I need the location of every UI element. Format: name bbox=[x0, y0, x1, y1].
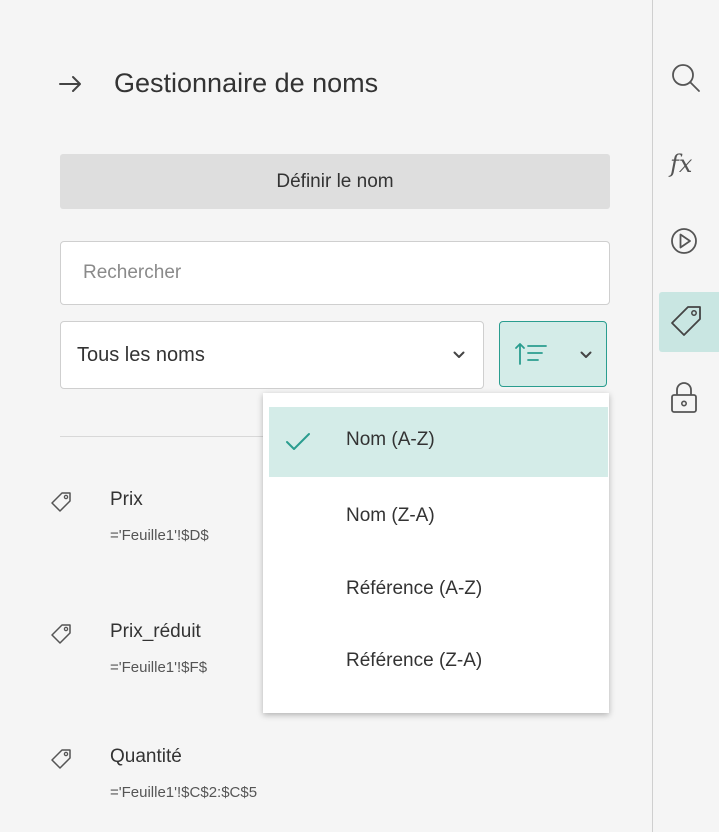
menu-item-label: Référence (A-Z) bbox=[346, 578, 483, 599]
lock-icon[interactable] bbox=[668, 380, 704, 416]
sort-dropdown-menu: Nom (A-Z) Nom (Z-A) Référence (A-Z) Réfé… bbox=[263, 393, 609, 713]
chevron-down-icon bbox=[453, 351, 465, 358]
filter-select[interactable]: Tous les noms bbox=[60, 321, 484, 389]
name-label: Prix bbox=[110, 489, 143, 510]
name-reference: ='Feuille1'!$D$ bbox=[110, 527, 209, 544]
search-placeholder: Rechercher bbox=[83, 262, 182, 283]
filter-selected-value: Tous les noms bbox=[77, 344, 205, 366]
panel-title: Gestionnaire de noms bbox=[114, 68, 379, 98]
sort-button[interactable] bbox=[499, 321, 607, 387]
search-input[interactable]: Rechercher bbox=[60, 241, 610, 305]
name-reference: ='Feuille1'!$C$2:$C$5 bbox=[110, 784, 258, 801]
arrow-right-icon[interactable] bbox=[58, 71, 84, 97]
sort-option-name-asc[interactable]: Nom (A-Z) bbox=[269, 407, 608, 477]
play-icon[interactable] bbox=[668, 223, 704, 259]
search-icon[interactable] bbox=[668, 60, 704, 96]
menu-item-label: Référence (Z-A) bbox=[346, 650, 483, 671]
name-reference: ='Feuille1'!$F$ bbox=[110, 659, 208, 676]
checkmark-icon bbox=[286, 433, 310, 450]
svg-text:fx: fx bbox=[668, 150, 693, 178]
name-manager-panel: Gestionnaire de noms Définir le nom Rech… bbox=[0, 0, 652, 832]
name-label: Quantité bbox=[110, 746, 182, 767]
sort-option-ref-asc[interactable]: Référence (A-Z) bbox=[263, 556, 609, 626]
tag-icon bbox=[51, 624, 71, 644]
chevron-down-icon bbox=[580, 351, 592, 358]
menu-item-label: Nom (Z-A) bbox=[346, 505, 435, 526]
tag-icon bbox=[51, 492, 71, 512]
function-icon[interactable]: fx bbox=[668, 145, 704, 181]
sort-option-ref-desc[interactable]: Référence (Z-A) bbox=[263, 628, 609, 698]
sort-option-name-desc[interactable]: Nom (Z-A) bbox=[263, 483, 609, 553]
name-label: Prix_réduit bbox=[110, 621, 201, 642]
name-list-item[interactable]: Quantité ='Feuille1'!$C$2:$C$5 bbox=[50, 746, 610, 818]
menu-item-label: Nom (A-Z) bbox=[346, 429, 435, 450]
tag-icon bbox=[51, 749, 71, 769]
right-icon-rail: fx bbox=[653, 0, 719, 832]
sort-ascending-icon bbox=[515, 343, 547, 365]
tag-icon[interactable] bbox=[668, 304, 704, 340]
define-name-button[interactable]: Définir le nom bbox=[60, 154, 610, 209]
